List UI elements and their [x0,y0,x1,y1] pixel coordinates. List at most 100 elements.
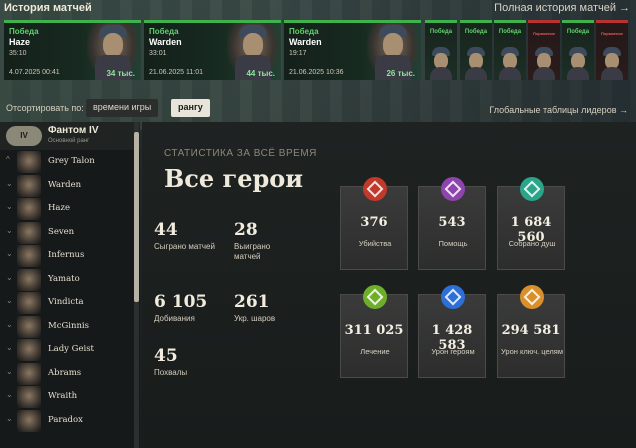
hero-list-item[interactable]: ⌄ Wraith [0,385,134,409]
hero-portrait [596,43,628,80]
hero-avatar [17,339,41,361]
chevron-icon: ⌄ [6,249,13,258]
match-card[interactable]: Победа Haze 35:10 4.07.2025 00:41 34 тыс… [4,20,141,80]
hero-damage-icon [441,285,465,309]
rank-subtitle: Основной ранг [48,138,90,144]
chevron-icon: ⌄ [6,343,13,352]
hero-portrait [460,43,492,80]
stat-value: 28 [234,220,258,240]
chevron-icon: ⌄ [6,319,13,329]
chevron-icon: ⌄ [6,366,13,376]
hero-list-item[interactable]: ⌄ Haze [0,197,134,221]
rank-name: Фантом IV [48,125,99,136]
tile-hero-damage: 1 428 583 Урон героям [418,285,486,378]
match-souls: 26 тыс. [386,69,415,78]
hero-portrait [494,43,526,80]
stat-label: Укр. шаров [234,314,276,323]
tile-value: 376 [360,215,388,230]
tile-label: Лечение [360,347,390,356]
objective-damage-icon [520,285,544,309]
hero-list-item[interactable]: ⌄ Yamato [0,268,134,292]
tile-label: Урон героям [431,347,475,356]
full-match-history-link[interactable]: Полная история матчей → [494,2,630,14]
hero-list-item[interactable]: ⌄ Vindicta [0,291,134,315]
match-hero-name: Warden [289,37,322,47]
sort-label: Отсортировать по: [6,103,84,113]
crosshair-icon [363,177,387,201]
match-card-compact[interactable]: Поражение [596,20,628,80]
tile-assists: 543 Помощь [418,177,486,270]
match-result: Поражение [532,31,556,36]
hero-name: Warden [48,179,82,190]
hero-list-item[interactable]: ⌄ Paradox [0,409,134,433]
arrow-right-icon: → [619,105,628,115]
hero-avatar [17,221,41,244]
hero-avatar [17,151,41,173]
tile-label: Собрано душ [508,239,556,248]
match-card-compact[interactable]: Поражение [528,20,560,80]
rank-badge: IV [6,126,42,146]
stat-label: Выиграно матчей [234,242,271,261]
stat-matches-won: 28 Выиграно матчей [234,220,314,262]
hero-list-item[interactable]: ⌄ Lady Geist [0,338,134,362]
hero-avatar [17,386,41,408]
match-date: 21.06.2025 10:36 [289,69,344,76]
tile-objective-damage: 294 581 Урон ключ. целям [497,285,565,378]
stats-subtitle: СТАТИСТИКА ЗА ВСЁ ВРЕМЯ [164,148,317,159]
full-match-history-label: Полная история матчей [494,2,616,14]
hero-list-item[interactable]: ⌄ Warden [0,174,134,198]
tile-value: 543 [438,215,466,230]
hero-portrait [528,43,560,80]
heal-icon [363,285,387,309]
hero-list-item[interactable]: ⌄ McGinnis [0,315,134,339]
chevron-icon: ⌄ [6,413,13,423]
scrollbar-thumb[interactable] [134,132,139,302]
match-duration: 19:17 [289,50,307,57]
match-card[interactable]: Победа Warden 33:01 21.06.2025 11:01 44 … [144,20,281,80]
rank-header[interactable]: IV Фантом IV Основной ранг [0,122,140,150]
chevron-icon: ⌄ [6,272,13,282]
sort-by-rank-button[interactable]: рангу [171,99,210,117]
stat-matches-played: 44 Сыграно матчей [154,220,234,252]
stat-value: 45 [154,346,178,366]
match-hero-name: Haze [9,37,31,47]
match-card-compact[interactable]: Победа [425,20,457,80]
match-card-compact[interactable]: Победа [494,20,526,80]
hero-list-item[interactable]: ⌄ Abrams [0,362,134,386]
stat-value: 6 105 [154,292,208,312]
tile-kills: 376 Убийства [340,177,408,270]
hero-name: McGinnis [48,320,90,331]
match-card-compact[interactable]: Победа [460,20,492,80]
sidebar-scrollbar[interactable] [134,122,139,448]
hero-avatar [17,268,41,291]
match-duration: 33:01 [149,50,167,57]
match-duration: 35:10 [9,50,27,57]
match-result: Победа [149,27,179,36]
chevron-icon: ⌄ [6,390,13,399]
match-date: 21.06.2025 11:01 [149,69,203,76]
match-result: Победа [464,29,488,35]
chevron-icon: ^ [6,155,10,164]
hero-list-item[interactable]: ⌄ Infernus [0,244,134,268]
hero-list-item[interactable]: ^ Grey Talon [0,150,134,174]
assist-icon [441,177,465,201]
tile-value: 294 581 [501,323,561,338]
sort-by-playtime-button[interactable]: времени игры [86,99,159,117]
hero-list-item[interactable]: ⌄ Seven [0,221,134,245]
match-card[interactable]: Победа Warden 19:17 21.06.2025 10:36 26 … [284,20,421,80]
match-result: Поражение [600,31,624,36]
hero-avatar [17,409,41,432]
match-card-compact[interactable]: Победа [562,20,594,80]
match-history-title: История матчей [4,2,92,14]
hero-avatar [17,315,41,338]
hero-name: Paradox [48,414,83,425]
hero-avatar [17,362,41,385]
match-souls: 34 тыс. [106,69,135,78]
hero-sidebar: IV Фантом IV Основной ранг ^ Grey Talon ⌄… [0,122,140,448]
match-result: Победа [289,27,319,36]
stat-value: 261 [234,292,270,312]
hero-avatar [17,292,41,314]
global-leaderboards-link[interactable]: Глобальные таблицы лидеров → [489,105,628,115]
match-result: Победа [9,27,39,36]
hero-name: Seven [48,226,75,237]
